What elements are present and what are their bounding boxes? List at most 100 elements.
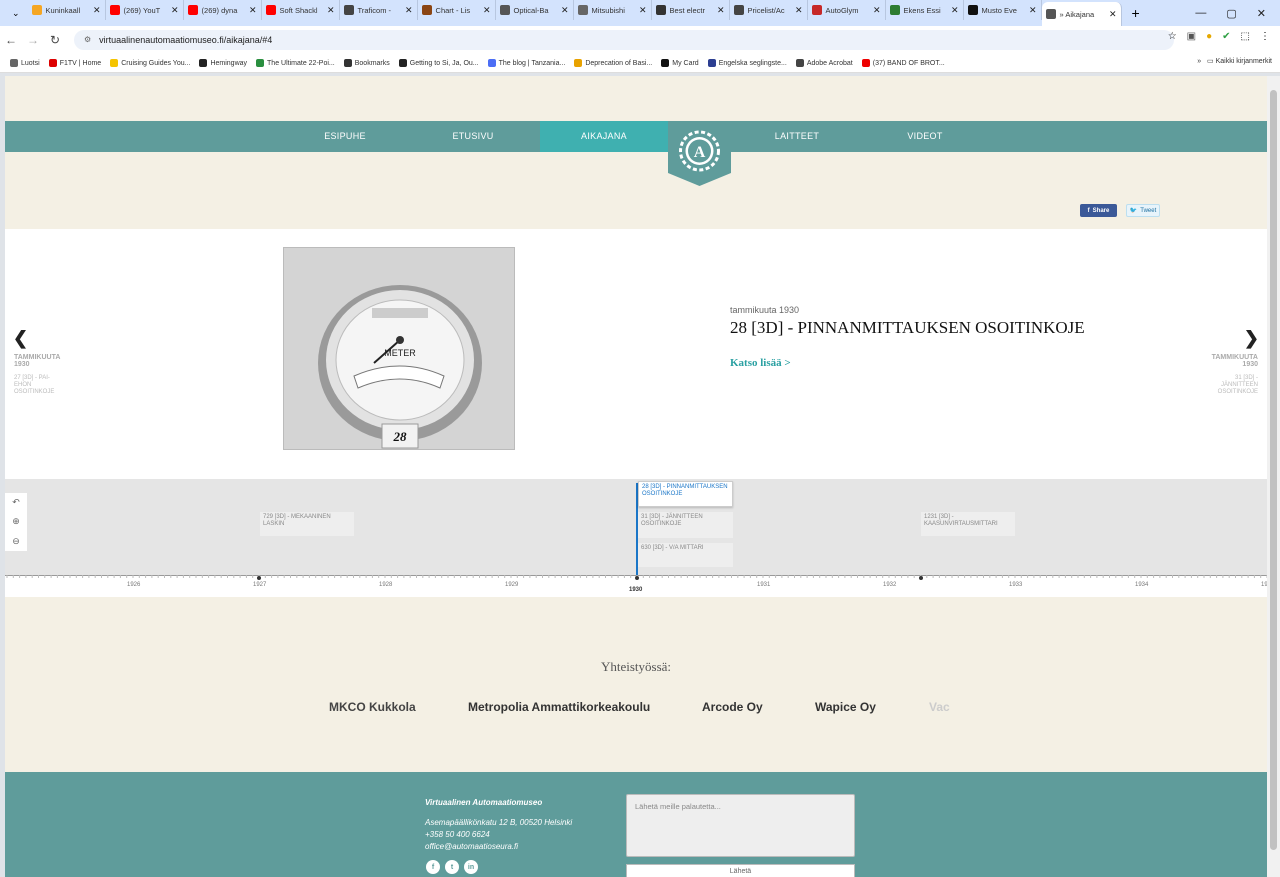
- bookmark-item[interactable]: Getting to Si, Ja, Ou...: [398, 58, 479, 67]
- close-tab-icon[interactable]: ✕: [89, 5, 101, 16]
- read-more-link[interactable]: Katso lisää >: [730, 357, 791, 369]
- star-icon[interactable]: ☆: [1168, 31, 1177, 42]
- browser-tab[interactable]: AutoGlym ✕: [808, 0, 886, 20]
- site-info-icon[interactable]: ⚙: [84, 35, 91, 44]
- footer-email[interactable]: office@automaatioseura.fi: [425, 842, 518, 851]
- timeline-card[interactable]: 630 [3D] - V/A MITTARI: [638, 543, 733, 567]
- close-tab-icon[interactable]: ✕: [167, 5, 179, 16]
- nav-laitteet[interactable]: LAITTEET: [742, 121, 852, 152]
- close-tab-icon[interactable]: ✕: [1025, 5, 1037, 16]
- zoom-in-icon[interactable]: ⊕: [12, 516, 20, 527]
- nav-aikajana[interactable]: AIKAJANA: [540, 121, 668, 152]
- menu-icon[interactable]: ⋮: [1260, 31, 1270, 42]
- partner-vac[interactable]: Vac: [929, 700, 950, 714]
- facebook-share-button[interactable]: f Share: [1080, 204, 1117, 217]
- browser-tab[interactable]: Pricelist/Ac ✕: [730, 0, 808, 20]
- browser-tab[interactable]: Musto Eve ✕: [964, 0, 1042, 20]
- browser-tab[interactable]: Soft Shackl ✕: [262, 0, 340, 20]
- close-tab-icon[interactable]: ✕: [635, 5, 647, 16]
- next-slide-date[interactable]: TAMMIKUUTA 1930: [1212, 354, 1258, 368]
- bookmark-item[interactable]: Luotsi: [10, 58, 40, 67]
- browser-tab[interactable]: Chart - Lis ✕: [418, 0, 496, 20]
- browser-tab[interactable]: Traficom - ✕: [340, 0, 418, 20]
- bookmark-item[interactable]: The Ultimate 22-Poi...: [256, 58, 335, 67]
- close-tab-icon[interactable]: ✕: [713, 5, 725, 16]
- previous-arrow-icon[interactable]: ❮: [13, 328, 28, 349]
- timeline-card[interactable]: 729 [3D] - MEKAANINEN LASKIN: [260, 512, 354, 536]
- timeline-card[interactable]: 1231 [3D] - KAASUNVIRTAUSMITTARI: [921, 512, 1015, 536]
- partner-wapice[interactable]: Wapice Oy: [815, 700, 876, 714]
- bookmark-item[interactable]: F1TV | Home: [48, 58, 101, 67]
- extension-icon[interactable]: ✔: [1222, 31, 1230, 42]
- scrollbar[interactable]: [1267, 76, 1280, 877]
- tab-list: Kuninkaall ✕ (269) YouT ✕ (269) dyna ✕ Soft Sh…: [28, 0, 1122, 26]
- close-window-icon[interactable]: ✕: [1257, 7, 1266, 20]
- next-arrow-icon[interactable]: ❯: [1244, 328, 1259, 349]
- twitter-icon[interactable]: t: [445, 860, 459, 874]
- back-to-start-icon[interactable]: ↶: [12, 497, 20, 508]
- browser-tab[interactable]: Kuninkaall ✕: [28, 0, 106, 20]
- zoom-out-icon[interactable]: ⊖: [12, 536, 20, 547]
- slide-image[interactable]: METER 28: [283, 247, 515, 450]
- next-slide-desc[interactable]: 31 [3D] - JÄNNITTEEN OSOITINKOJE: [1218, 375, 1258, 396]
- bookmark-item[interactable]: Adobe Acrobat: [795, 58, 853, 67]
- close-tab-icon[interactable]: ✕: [869, 5, 881, 16]
- feedback-textarea[interactable]: Lähetä meille palautetta...: [626, 794, 855, 857]
- museum-logo-icon[interactable]: A: [668, 121, 731, 186]
- nav-etusivu[interactable]: ETUSIVU: [418, 121, 528, 152]
- bookmark-item[interactable]: Bookmarks: [343, 58, 390, 67]
- close-tab-icon[interactable]: ✕: [947, 5, 959, 16]
- timeline-card-active[interactable]: 28 [3D] - PINNANMITTAUKSEN OSOITINKOJE: [638, 481, 733, 507]
- close-tab-icon[interactable]: ✕: [791, 5, 803, 16]
- scrollbar-thumb[interactable]: [1270, 90, 1277, 850]
- browser-tab[interactable]: Ekens Essi ✕: [886, 0, 964, 20]
- close-tab-icon[interactable]: ✕: [245, 5, 257, 16]
- tab-favicon-icon: [1045, 9, 1056, 19]
- browser-tab[interactable]: Best electr ✕: [652, 0, 730, 20]
- facebook-icon[interactable]: f: [426, 860, 440, 874]
- close-tab-icon[interactable]: ✕: [1105, 9, 1117, 20]
- all-bookmarks[interactable]: » ▭ Kaikki kirjanmerkit: [1197, 57, 1272, 65]
- linkedin-icon[interactable]: in: [464, 860, 478, 874]
- browser-tab[interactable]: (269) dyna ✕: [184, 0, 262, 20]
- close-tab-icon[interactable]: ✕: [401, 5, 413, 16]
- back-icon[interactable]: ←: [0, 33, 22, 47]
- bookmark-item[interactable]: Deprecation of Basi...: [574, 58, 652, 67]
- tab-search-icon[interactable]: ⌄: [4, 8, 28, 19]
- minimize-icon[interactable]: —: [1195, 7, 1206, 19]
- nav-esipuhe[interactable]: ESIPUHE: [290, 121, 400, 152]
- facebook-share-label: Share: [1092, 207, 1110, 214]
- twitter-tweet-button[interactable]: 🐦 Tweet: [1126, 204, 1160, 217]
- url-field[interactable]: ⚙ virtuaalinenautomaatiomuseo.fi/aikajana…: [74, 29, 1174, 50]
- maximize-icon[interactable]: ▢: [1226, 7, 1236, 20]
- forward-icon[interactable]: →: [22, 33, 44, 47]
- new-tab-button[interactable]: +: [1122, 5, 1150, 21]
- partner-mkco[interactable]: MKCO Kukkola: [329, 700, 416, 714]
- bookmark-item[interactable]: Hemingway: [199, 58, 247, 67]
- send-button[interactable]: Lähetä: [626, 864, 855, 877]
- prev-slide-date[interactable]: TAMMIKUUTA 1930: [14, 354, 60, 368]
- partner-metropolia[interactable]: Metropolia Ammattikorkeakoulu: [468, 700, 650, 714]
- browser-tab[interactable]: (269) YouT ✕: [106, 0, 184, 20]
- prev-slide-desc[interactable]: 27 [3D] - PAI- EHON OSOITINKOJE: [14, 375, 54, 396]
- partner-arcode[interactable]: Arcode Oy: [702, 700, 763, 714]
- puzzle-icon[interactable]: ⬚: [1241, 31, 1250, 42]
- extension-icon[interactable]: ●: [1206, 31, 1212, 42]
- bookmark-item[interactable]: (37) BAND OF BROT...: [861, 58, 945, 67]
- browser-tab[interactable]: Optical-Ba ✕: [496, 0, 574, 20]
- extension-icon[interactable]: ▣: [1187, 31, 1196, 42]
- timeline-card[interactable]: 31 [3D] - JÄNNITTEEN OSOITINKOJE: [638, 512, 733, 538]
- reload-icon[interactable]: ↻: [44, 33, 66, 47]
- bookmark-item[interactable]: Engelska seglingste...: [707, 58, 787, 67]
- bookmark-item[interactable]: Cruising Guides You...: [110, 58, 190, 67]
- browser-tab[interactable]: » Aikajana ✕: [1041, 2, 1122, 26]
- nav-videot[interactable]: VIDEOT: [870, 121, 980, 152]
- bookmark-item[interactable]: The blog | Tanzania...: [487, 58, 565, 67]
- browser-tab[interactable]: Mitsubishi ✕: [574, 0, 652, 20]
- close-tab-icon[interactable]: ✕: [323, 5, 335, 16]
- bookmark-item[interactable]: My Card: [661, 58, 699, 67]
- close-tab-icon[interactable]: ✕: [479, 5, 491, 16]
- close-tab-icon[interactable]: ✕: [557, 5, 569, 16]
- bookmark-label: (37) BAND OF BROT...: [872, 59, 945, 67]
- timeline-axis[interactable]: 1926 1927 1928 1929 1930 1931 1932 1933 …: [5, 575, 1267, 597]
